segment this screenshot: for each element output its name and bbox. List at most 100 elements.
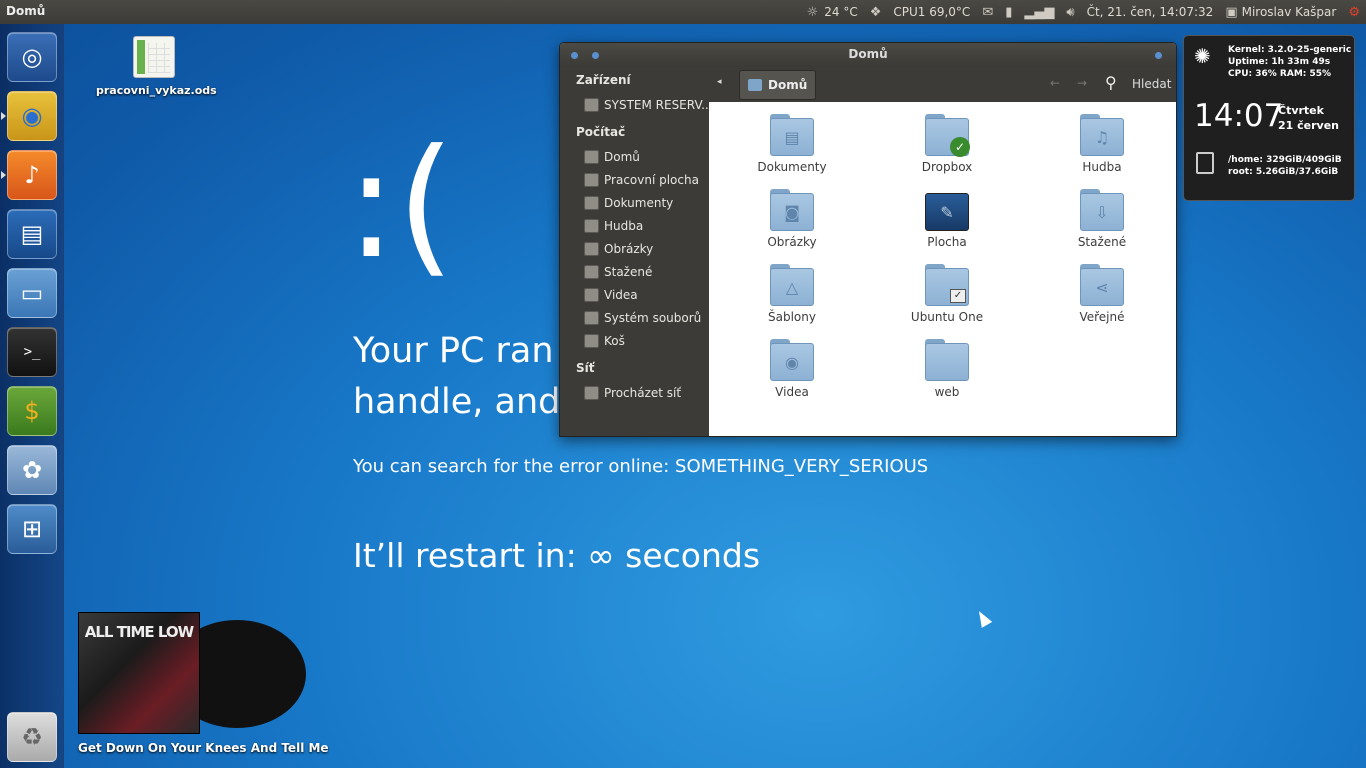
templates-folder-icon: △	[770, 268, 814, 306]
drive-icon	[584, 98, 599, 112]
forward-arrow-icon[interactable]: →	[1077, 76, 1087, 90]
trash-icon	[584, 334, 599, 348]
pictures-folder-icon: ◙	[770, 193, 814, 231]
folder-pictures[interactable]: ◙ Obrázky	[742, 187, 842, 249]
files-launcher[interactable]: ▭	[7, 268, 57, 318]
folder-documents[interactable]: ▤ Dokumenty	[742, 112, 842, 174]
sidebar-item-downloads[interactable]: Stažené	[584, 262, 652, 282]
document-icon: ▤	[20, 220, 44, 248]
mouse-cursor-icon	[973, 608, 993, 628]
bsod-search-text: You can search for the error online: SOM…	[353, 456, 929, 477]
trash-icon: ♻	[21, 723, 43, 751]
minimize-button[interactable]	[592, 52, 599, 59]
videos-folder-icon: ◉	[770, 343, 814, 381]
folder-music[interactable]: ♫ Hudba	[1052, 112, 1152, 174]
folder-downloads[interactable]: ⇩ Stažené	[1052, 187, 1152, 249]
sidebar-item-browse-network[interactable]: Procházet síť	[584, 383, 681, 403]
mail-icon: ✉	[982, 4, 994, 20]
terminal-launcher[interactable]: >_	[7, 327, 57, 377]
battery-icon: ▮	[1005, 4, 1013, 20]
sidebar-header-computer: Počítač	[576, 125, 626, 139]
sidebar-item-music[interactable]: Hudba	[584, 216, 643, 236]
kernel-info: Kernel: 3.2.0-25-generic	[1228, 45, 1352, 55]
folder-videos[interactable]: ◉ Videa	[742, 337, 842, 399]
cpu-ram-info: CPU: 36% RAM: 55%	[1228, 69, 1332, 79]
public-folder-icon: ⋖	[1080, 268, 1124, 306]
music-icon	[584, 219, 599, 233]
volume-indicator[interactable]: 🔊︎	[1060, 0, 1080, 24]
search-icon[interactable]: ⚲	[1105, 73, 1117, 92]
clock[interactable]: Čt, 21. čen, 14:07:32	[1081, 0, 1220, 24]
mail-indicator[interactable]: ✉	[976, 0, 999, 24]
workspaces-icon: ⊞	[21, 515, 43, 543]
dropbox-icon: ❖	[869, 4, 882, 20]
music-widget[interactable]: ALL TIME LOW	[78, 612, 306, 734]
battery-indicator[interactable]: ▮	[999, 0, 1018, 24]
ubuntu-logo-icon: ◎	[21, 43, 43, 71]
folder-dropbox[interactable]: ✓ Dropbox	[897, 112, 997, 174]
dropbox-folder-icon: ✓	[925, 118, 970, 157]
chrome-launcher[interactable]: ◉	[7, 91, 57, 141]
sidebar-item-trash[interactable]: Koš	[584, 331, 625, 351]
folder-desktop[interactable]: ✎ Plocha	[897, 187, 997, 249]
filesystem-icon	[584, 311, 599, 325]
sidebar: Zařízení SYSTEM RESERV... Počítač Domů P…	[560, 67, 713, 436]
folder-ubuntu-one[interactable]: ✓ Ubuntu One	[897, 262, 997, 324]
network-indicator[interactable]: ▂▄▆	[1018, 0, 1060, 24]
system-monitor-widget: ✺ Kernel: 3.2.0-25-generic Uptime: 1h 33…	[1183, 35, 1355, 201]
desktop-folder-icon: ✎	[925, 193, 969, 231]
folder-templates[interactable]: △ Šablony	[742, 262, 842, 324]
cpu-indicator[interactable]: CPU1 69,0°C	[887, 0, 976, 24]
videos-icon	[584, 288, 599, 302]
palette-icon: ✿	[21, 456, 43, 484]
close-button[interactable]	[571, 52, 578, 59]
sidebar-item-documents[interactable]: Dokumenty	[584, 193, 673, 213]
back-arrow-icon[interactable]: ←	[1050, 76, 1060, 90]
sidebar-item-videos[interactable]: Videa	[584, 285, 638, 305]
paint-launcher[interactable]: ✿	[7, 445, 57, 495]
sidebar-item-desktop[interactable]: Pracovní plocha	[584, 170, 699, 190]
workspace-switcher-launcher[interactable]: ⊞	[7, 504, 57, 554]
track-title: Get Down On Your Knees And Tell Me	[78, 741, 329, 755]
path-back-arrow-icon[interactable]: ◂	[717, 77, 722, 87]
documents-icon	[584, 196, 599, 210]
desktop-icon	[584, 173, 599, 187]
terminal-icon: >_	[23, 344, 41, 360]
trash-launcher[interactable]: ♻	[7, 712, 57, 762]
bsod-restart-text: It’ll restart in: ∞ seconds	[353, 536, 761, 575]
sidebar-item-home[interactable]: Domů	[584, 147, 640, 167]
maximize-button[interactable]	[1155, 52, 1162, 59]
music-note-icon: ♪	[24, 161, 40, 189]
window-titlebar[interactable]: Domů	[560, 43, 1176, 67]
downloads-icon	[584, 265, 599, 279]
folder-web[interactable]: web	[897, 337, 997, 399]
ubuntu-logo-icon: ✺	[1194, 44, 1211, 68]
sidebar-item-filesystem[interactable]: Systém souborů	[584, 308, 701, 328]
app-title: Domů	[6, 4, 46, 18]
session-menu[interactable]: ⚙	[1342, 0, 1366, 24]
finance-launcher[interactable]: $	[7, 386, 57, 436]
user-icon: ▣	[1225, 4, 1238, 20]
folder-public[interactable]: ⋖ Veřejné	[1052, 262, 1152, 324]
writer-launcher[interactable]: ▤	[7, 209, 57, 259]
music-folder-icon: ♫	[1080, 118, 1124, 156]
spreadsheet-icon	[133, 36, 175, 78]
search-button[interactable]: Hledat	[1132, 77, 1171, 91]
folder-icon: ▭	[20, 279, 44, 307]
home-disk-info: /home: 329GiB/409GiB	[1228, 155, 1342, 165]
downloads-folder-icon: ⇩	[1080, 193, 1124, 231]
sidebar-item-pictures[interactable]: Obrázky	[584, 239, 653, 259]
weather-indicator[interactable]: ☼ 24 °C	[801, 0, 864, 24]
desktop-file[interactable]: pracovni_vykaz.ods	[96, 36, 217, 97]
music-launcher[interactable]: ♪	[7, 150, 57, 200]
weather-icon: ☼	[806, 4, 819, 20]
breadcrumb[interactable]: Domů	[739, 70, 817, 100]
ubuntu-dash-button[interactable]: ◎	[7, 32, 57, 82]
dollar-icon: $	[24, 397, 40, 425]
folder-grid: ▤ Dokumenty ✓ Dropbox ♫ Hudba ◙ Obrázky ✎ Plo…	[709, 102, 1176, 436]
sidebar-item-system-reserved[interactable]: SYSTEM RESERV...	[584, 95, 713, 115]
home-icon	[748, 79, 762, 91]
file-manager-window: Domů Zařízení SYSTEM RESERV... Počítač D…	[559, 42, 1177, 437]
dropbox-indicator[interactable]: ❖	[864, 0, 888, 24]
user-menu[interactable]: ▣ Miroslav Kašpar	[1219, 0, 1342, 24]
